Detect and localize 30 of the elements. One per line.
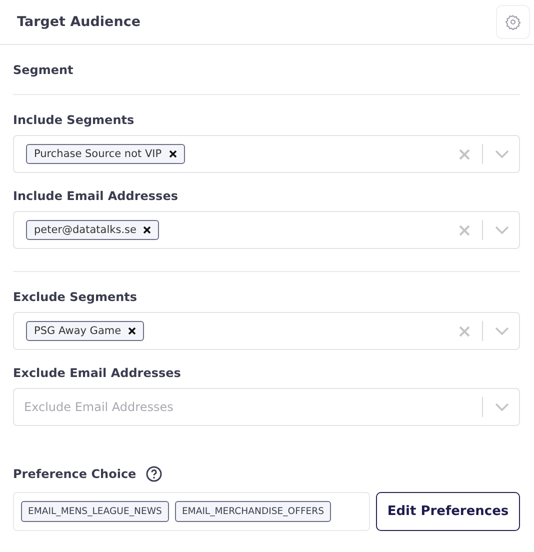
tag-label: PSG Away Game: [34, 325, 122, 337]
chevron-down-icon[interactable]: [495, 403, 509, 411]
section-title: Target Audience: [17, 14, 140, 30]
chevron-down-icon[interactable]: [495, 150, 509, 158]
remove-icon[interactable]: [128, 327, 136, 335]
preference-tag: EMAIL_MERCHANDISE_OFFERS: [174, 501, 332, 522]
placeholder: Exclude Email Addresses: [24, 400, 174, 414]
clear-icon[interactable]: [459, 148, 470, 160]
remove-icon[interactable]: [143, 226, 152, 234]
multi-select-field[interactable]: peter@datatalks.se: [13, 211, 520, 249]
chevron-down-icon[interactable]: [495, 327, 509, 335]
multi-select-field[interactable]: PSG Away Game: [13, 312, 520, 350]
settings-button[interactable]: [496, 5, 530, 39]
settings-icon: [505, 14, 521, 30]
chevron-down-icon[interactable]: [495, 226, 509, 234]
field-label: Exclude Segments: [13, 290, 138, 304]
preference-tag: EMAIL_MENS_LEAGUE_NEWS: [21, 501, 169, 522]
field-label: Preference Choice: [13, 467, 136, 481]
help-icon[interactable]: [146, 466, 162, 482]
clear-icon[interactable]: [459, 326, 470, 336]
clear-icon[interactable]: [459, 224, 470, 236]
edit-preferences-button[interactable]: Edit Preferences: [376, 492, 520, 531]
remove-icon[interactable]: [168, 150, 177, 158]
multi-select-field[interactable]: Purchase Source not VIP: [13, 135, 520, 173]
field-label: Include Segments: [13, 113, 136, 127]
tag-label: peter@datatalks.se: [34, 224, 136, 236]
field-label: Exclude Email Addresses: [13, 366, 182, 380]
field-label: Include Email Addresses: [13, 189, 179, 203]
tag-label: Purchase Source not VIP: [34, 148, 162, 160]
section-heading: Segment: [13, 62, 74, 79]
